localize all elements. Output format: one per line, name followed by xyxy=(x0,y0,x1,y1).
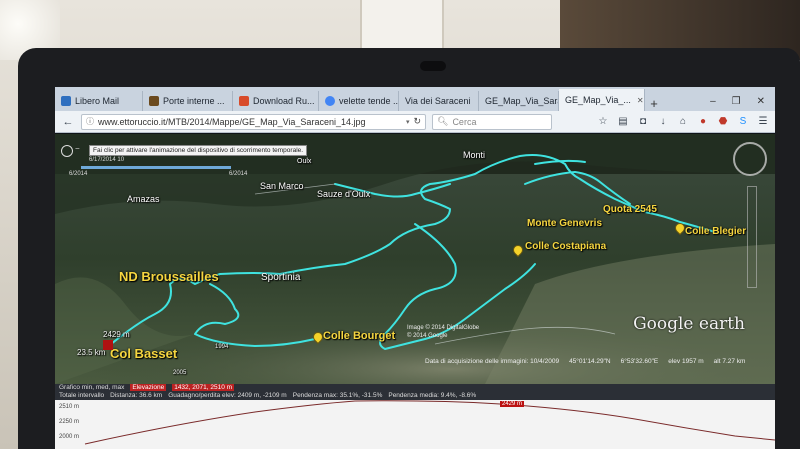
home-icon[interactable]: ⌂ xyxy=(677,116,689,127)
slider-tooltip: Fai clic per attivare l'animazione del d… xyxy=(89,145,308,156)
downloads-icon[interactable]: ↓ xyxy=(657,116,669,127)
historical-imagery-slider: − Fai clic per attivare l'animazione del… xyxy=(59,139,308,177)
minimize-icon[interactable]: – xyxy=(710,96,716,107)
address-bar[interactable]: ⓘ www.ettoruccio.it/MTB/2014/Mappe/GE_Ma… xyxy=(81,113,426,130)
tab-label: GE_Map_Via_... xyxy=(565,95,631,105)
url-text: www.ettoruccio.it/MTB/2014/Mappe/GE_Map_… xyxy=(98,116,366,127)
acquisition-date: Data di acquisizione delle immagini: 10/… xyxy=(425,358,560,365)
map-image: − Fai clic per attivare l'animazione del… xyxy=(55,134,775,384)
slider-date: 6/17/2014 10 xyxy=(89,157,125,163)
window-controls: – ❐ ✕ xyxy=(710,96,775,111)
profile-curve xyxy=(84,400,775,445)
adblock-icon[interactable]: ⬣ xyxy=(717,116,729,127)
label-tick: 1994 xyxy=(215,344,229,350)
zoom-slider[interactable] xyxy=(747,186,757,288)
profile-marker: 2429 m xyxy=(500,401,525,407)
zoom-out-icon[interactable]: − xyxy=(75,144,80,153)
copyright-line: © 2014 Google xyxy=(407,333,448,339)
slider-end-date: 6/2014 xyxy=(229,171,248,177)
navigation-bar: ← ⓘ www.ettoruccio.it/MTB/2014/Mappe/GE_… xyxy=(55,111,775,133)
label-nd-broussailles: ND Broussailles xyxy=(119,269,219,284)
elevation-marker xyxy=(103,340,113,350)
search-placeholder: Cerca xyxy=(452,116,477,127)
tab-ge-map-active[interactable]: GE_Map_Via_... ✕ xyxy=(559,89,645,111)
eye-altitude: alt 7.27 km xyxy=(713,358,746,365)
laptop-screen: Libero Mail Porte interne ... Download R… xyxy=(55,87,775,449)
label-sportinia: Sportinia xyxy=(261,272,301,283)
reload-icon[interactable]: ↻ xyxy=(413,116,421,127)
copyright-line: Image © 2014 DigitalGlobe xyxy=(407,325,480,331)
pocket-icon[interactable]: ◘ xyxy=(637,116,649,127)
tab-label: Download Ru... xyxy=(253,96,315,106)
dropdown-icon[interactable]: ▾ xyxy=(406,118,410,126)
clock-icon[interactable] xyxy=(61,145,73,157)
google-icon xyxy=(325,96,335,106)
skype-icon[interactable]: S xyxy=(737,116,749,127)
back-arrow-icon[interactable]: ← xyxy=(61,116,75,128)
toolbar-icons: ☆ ▤ ◘ ↓ ⌂ ● ⬣ S ☰ xyxy=(597,116,769,127)
tab-download[interactable]: Download Ru... xyxy=(233,91,319,111)
label-col-basset: Col Basset xyxy=(110,346,178,361)
label-elevation-2429: 2429 m xyxy=(103,330,130,339)
tab-strip: Libero Mail Porte interne ... Download R… xyxy=(55,87,775,111)
slider-start-date: 6/2014 xyxy=(69,171,88,177)
imagery-copyright: Image © 2014 DigitalGlobe © 2014 Google xyxy=(407,324,479,340)
label-colle-blegier: Colle Blegier xyxy=(685,226,747,237)
maximize-icon[interactable]: ❐ xyxy=(732,96,741,107)
webcam xyxy=(420,61,446,71)
label-quota-2545: Quota 2545 xyxy=(603,204,657,215)
tab-porte-interne[interactable]: Porte interne ... xyxy=(143,91,233,111)
new-tab-button[interactable]: + xyxy=(645,96,663,111)
latitude: 45°01'14.29"N xyxy=(569,358,611,365)
close-tab-icon[interactable]: ✕ xyxy=(637,96,644,105)
label-san-marco: San Marco xyxy=(260,181,304,191)
info-icon: ⓘ xyxy=(86,117,94,126)
label-year: 2005 xyxy=(173,370,187,376)
tab-label: velette tende ... xyxy=(339,96,399,106)
status-bar: Data di acquisizione delle immagini: 10/… xyxy=(425,358,745,365)
menu-icon[interactable]: ☰ xyxy=(757,116,769,127)
tab-label: Via dei Saraceni xyxy=(405,96,471,106)
tab-ge-map-1[interactable]: GE_Map_Via_Sara... xyxy=(479,91,559,111)
label-monti: Monti xyxy=(463,150,486,160)
elevation-profile: Grafico min, med, max Elevazione 1432, 2… xyxy=(55,384,775,449)
tab-velette[interactable]: velette tende ... xyxy=(319,91,399,111)
compass-icon[interactable] xyxy=(733,142,767,176)
label-distance: 23.5 km xyxy=(77,348,106,357)
search-icon: 🔍︎ xyxy=(437,116,449,126)
page-icon xyxy=(149,96,159,106)
tab-via-dei-saraceni[interactable]: Via dei Saraceni xyxy=(399,91,479,111)
label-monte-genevris: Monte Genevris xyxy=(527,218,603,229)
tab-label: GE_Map_Via_Sara... xyxy=(485,96,558,106)
elevation: elev 1957 m xyxy=(668,358,704,365)
close-window-icon[interactable]: ✕ xyxy=(757,96,765,107)
longitude: 6°53'32.60"E xyxy=(620,358,659,365)
label-colle-costapiana: Colle Costapiana xyxy=(525,241,607,252)
extension-icon[interactable]: ● xyxy=(697,116,709,127)
search-input[interactable]: 🔍︎ Cerca xyxy=(432,113,552,130)
tab-libero-mail[interactable]: Libero Mail xyxy=(55,91,143,111)
bookmark-star-icon[interactable]: ☆ xyxy=(597,116,609,127)
label-colle-bourget: Colle Bourget xyxy=(323,330,396,342)
download-icon xyxy=(239,96,249,106)
label-amazas: Amazas xyxy=(127,194,160,204)
slider-track[interactable] xyxy=(81,166,231,169)
tab-label: Porte interne ... xyxy=(163,96,225,106)
label-oulx: Oulx xyxy=(297,158,312,165)
mail-icon xyxy=(61,96,71,106)
tab-label: Libero Mail xyxy=(75,96,120,106)
reading-list-icon[interactable]: ▤ xyxy=(617,116,629,127)
google-earth-logo: Google earth xyxy=(633,314,745,334)
label-sauze-doulx: Sauze d'Oulx xyxy=(317,189,371,199)
